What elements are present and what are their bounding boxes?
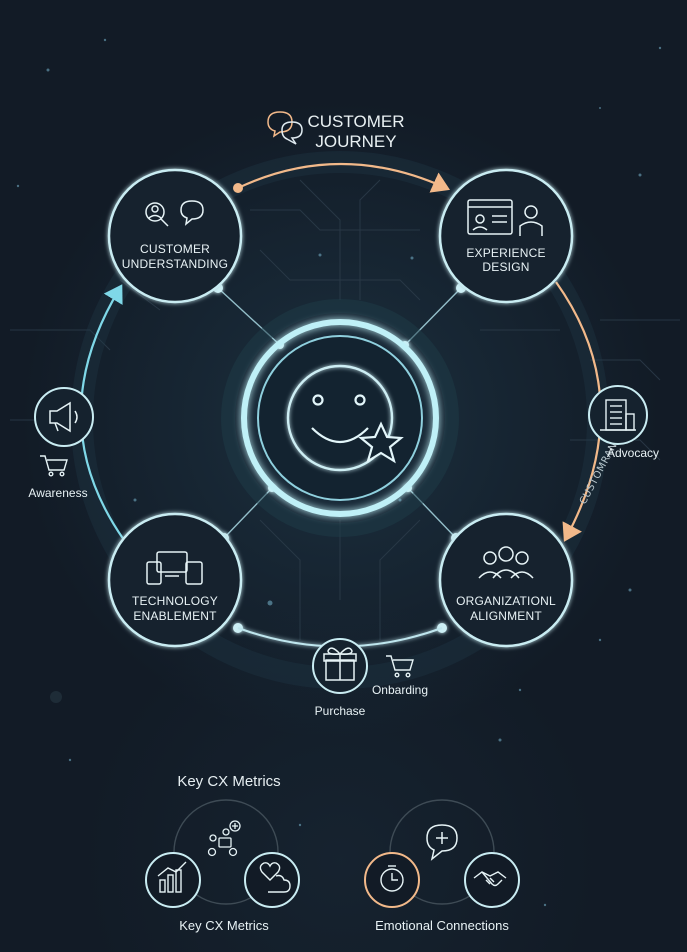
diagram-canvas: CUSTOMRANCY CUSTOMER JOURNEY CUSTOMER UN… — [0, 0, 687, 952]
metrics-right-cluster[interactable]: Emotional Connections — [364, 799, 520, 933]
metrics-left-cluster[interactable]: Key CX Metrics — [145, 799, 300, 933]
cart-icon — [40, 455, 68, 477]
pillar-technology-enablement-line1: TECHNOLOGY — [132, 594, 218, 608]
stage-onboarding-label: Onbarding — [372, 683, 428, 697]
arrow-top-start-dot — [233, 183, 243, 193]
pillar-experience-design-line2: DESIGN — [482, 260, 529, 274]
pillar-organizational-alignment[interactable]: ORGANIZATIONL ALIGNMENT — [438, 512, 574, 648]
chat-plus-icon — [426, 824, 458, 861]
stage-advocacy-label: Advocacy — [607, 446, 659, 460]
stage-awareness-label: Awareness — [28, 486, 87, 500]
pillar-organizational-alignment-line2: ALIGNMENT — [470, 609, 542, 623]
stage-purchase[interactable]: Purchase — [312, 638, 368, 718]
pillar-customer-understanding-line1: CUSTOMER — [140, 242, 210, 256]
pillar-technology-enablement-line2: ENABLEMENT — [133, 609, 217, 623]
center-hub[interactable] — [221, 299, 459, 537]
pillar-customer-understanding[interactable]: CUSTOMER UNDERSTANDING — [107, 168, 243, 304]
pillar-customer-understanding-line2: UNDERSTANDING — [122, 257, 228, 271]
chat-bubbles-icon — [267, 111, 303, 145]
metrics-right-label: Emotional Connections — [375, 918, 509, 933]
metrics-left-label: Key CX Metrics — [179, 918, 269, 933]
pillar-experience-design-line1: EXPERIENCE — [466, 246, 545, 260]
pillar-technology-enablement[interactable]: TECHNOLOGY ENABLEMENT — [107, 512, 243, 648]
pillar-experience-design[interactable]: EXPERIENCE DESIGN — [438, 168, 574, 304]
stage-purchase-label: Purchase — [315, 704, 366, 718]
pillar-organizational-alignment-line1: ORGANIZATIONL — [456, 594, 556, 608]
team-lock-icon — [207, 820, 241, 857]
title-line2: JOURNEY — [315, 132, 396, 151]
title-group: CUSTOMER JOURNEY — [267, 111, 405, 151]
title-line1: CUSTOMER — [308, 112, 405, 131]
metrics-section-title: Key CX Metrics — [177, 773, 280, 790]
customer-journey-diagram: CUSTOMRANCY CUSTOMER JOURNEY CUSTOMER UN… — [10, 38, 680, 933]
